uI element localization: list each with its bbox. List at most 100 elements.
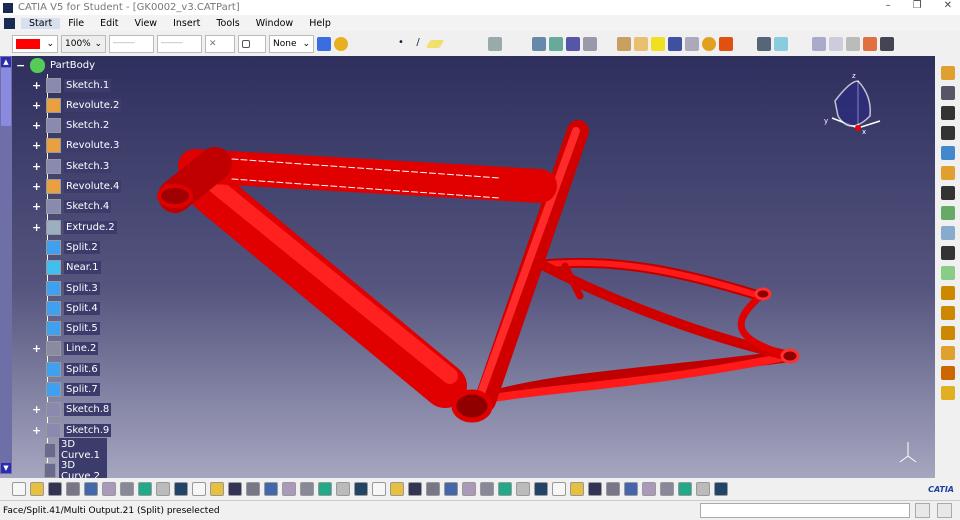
menu-tools[interactable]: Tools xyxy=(208,18,247,29)
tree-node[interactable]: + Revolute.4 xyxy=(32,178,122,196)
stiffener-icon[interactable] xyxy=(940,246,955,260)
target-icon[interactable] xyxy=(702,36,716,51)
menu-help[interactable]: Help xyxy=(301,18,339,29)
scroll-up-arrow-icon[interactable]: ▲ xyxy=(1,57,11,67)
menu-window[interactable]: Window xyxy=(248,18,301,29)
tree-node[interactable]: + Sketch.8 xyxy=(32,401,112,419)
arrow-icon[interactable] xyxy=(880,36,894,51)
scroll-down-arrow-icon[interactable]: ▼ xyxy=(1,463,11,473)
apply-material-icon[interactable] xyxy=(334,36,348,51)
multi-section-icon[interactable] xyxy=(940,266,955,280)
frame-icon[interactable] xyxy=(774,36,788,51)
line-icon[interactable]: / xyxy=(411,37,425,51)
update-icon[interactable] xyxy=(642,482,656,496)
expand-icon[interactable]: + xyxy=(32,99,42,112)
tree-node[interactable]: + Sketch.2 xyxy=(32,117,112,135)
pan-icon[interactable] xyxy=(354,482,368,496)
tree-node[interactable]: 3D Curve.2 xyxy=(32,458,108,483)
tree-node[interactable]: Split.5 xyxy=(32,320,100,338)
measure-between-icon[interactable] xyxy=(552,482,566,496)
expand-icon[interactable]: + xyxy=(32,139,42,152)
thickness-icon[interactable] xyxy=(940,366,955,380)
formula-icon[interactable] xyxy=(192,482,206,496)
linetype-select[interactable]: ────── xyxy=(109,34,154,53)
swap-icon[interactable] xyxy=(498,482,512,496)
slot-icon[interactable] xyxy=(940,226,955,240)
hide-show-icon[interactable] xyxy=(668,36,682,51)
whats-this-icon[interactable] xyxy=(174,482,188,496)
snap-icon[interactable] xyxy=(549,36,563,51)
render-style-icon[interactable] xyxy=(516,482,530,496)
tree-node[interactable]: Split.3 xyxy=(32,279,100,297)
render-icon[interactable] xyxy=(719,36,733,51)
multi-view-icon[interactable] xyxy=(444,482,458,496)
document-icon[interactable] xyxy=(4,17,15,29)
swap-space-icon[interactable] xyxy=(685,36,699,51)
select-icon[interactable] xyxy=(940,66,955,80)
collapse-icon[interactable]: − xyxy=(16,59,26,72)
flag-note-icon[interactable] xyxy=(829,36,843,51)
sketcher-icon[interactable] xyxy=(940,86,955,100)
point-symbol-select[interactable]: ✕ xyxy=(205,34,235,53)
tree-scrollbar[interactable]: ▲ ▼ xyxy=(0,56,12,474)
expand-icon[interactable]: + xyxy=(32,200,42,213)
expand-icon[interactable]: + xyxy=(32,119,42,132)
tree-node[interactable]: Near.1 xyxy=(32,259,101,277)
scrollbar-thumb[interactable] xyxy=(1,68,11,126)
save-icon[interactable] xyxy=(48,482,62,496)
feature-icon[interactable] xyxy=(863,36,877,51)
expand-icon[interactable]: + xyxy=(32,221,42,234)
measure-icon[interactable] xyxy=(532,36,546,51)
knowledge-icon[interactable] xyxy=(210,482,224,496)
cylinder-icon[interactable] xyxy=(714,482,728,496)
tree-node[interactable]: Split.6 xyxy=(32,360,100,378)
expand-icon[interactable]: + xyxy=(32,79,42,92)
bike-frame-model[interactable]: z y x xyxy=(0,56,935,478)
paste-icon[interactable] xyxy=(120,482,134,496)
zoom-out-icon[interactable] xyxy=(408,482,422,496)
redo-icon[interactable] xyxy=(156,482,170,496)
menu-edit[interactable]: Edit xyxy=(92,18,126,29)
expand-icon[interactable]: + xyxy=(32,180,42,193)
rotate-icon[interactable] xyxy=(372,482,386,496)
table-icon[interactable] xyxy=(246,482,260,496)
fit-all-icon[interactable] xyxy=(583,36,597,51)
expand-icon[interactable]: + xyxy=(32,403,42,416)
compass-widget[interactable]: z y x xyxy=(824,72,881,136)
open-icon[interactable] xyxy=(30,482,44,496)
tree-node[interactable]: + Revolute.3 xyxy=(32,137,122,155)
undo-icon[interactable] xyxy=(138,482,152,496)
shading-icon[interactable] xyxy=(617,36,631,51)
groove-icon[interactable] xyxy=(940,166,955,180)
menu-view[interactable]: View xyxy=(127,18,166,29)
inertia-icon[interactable] xyxy=(588,482,602,496)
tree-node[interactable]: + Revolute.2 xyxy=(32,96,122,114)
tree-node[interactable]: + Sketch.3 xyxy=(32,157,112,175)
close-button[interactable]: ✕ xyxy=(944,0,952,11)
shading-edges-icon[interactable] xyxy=(634,36,648,51)
rib-icon[interactable] xyxy=(940,206,955,220)
info-icon[interactable] xyxy=(228,482,242,496)
zoom-in-icon[interactable] xyxy=(390,482,404,496)
shaft-icon[interactable] xyxy=(940,146,955,160)
tree-node[interactable]: Split.4 xyxy=(32,299,100,317)
shell-icon[interactable] xyxy=(940,346,955,360)
stack-icon[interactable] xyxy=(624,482,638,496)
chamfer-icon[interactable] xyxy=(940,306,955,320)
command-input[interactable] xyxy=(700,503,910,518)
tree-root-partbody[interactable]: − PartBody xyxy=(16,56,97,74)
hide-show-icon[interactable] xyxy=(480,482,494,496)
axis-icon[interactable] xyxy=(678,482,692,496)
hole-icon[interactable] xyxy=(940,186,955,200)
tag-icon[interactable] xyxy=(846,36,860,51)
spec-icon[interactable] xyxy=(300,482,314,496)
thickness-select[interactable]: ────── xyxy=(157,34,202,53)
new-icon[interactable] xyxy=(12,482,26,496)
copy-icon[interactable] xyxy=(102,482,116,496)
tree-icon[interactable] xyxy=(264,482,278,496)
command-button-1[interactable] xyxy=(915,503,930,518)
expand-icon[interactable]: + xyxy=(32,342,42,355)
minimize-button[interactable]: – xyxy=(886,0,891,11)
pad-icon[interactable] xyxy=(940,106,955,120)
expand-icon[interactable]: + xyxy=(32,424,42,437)
